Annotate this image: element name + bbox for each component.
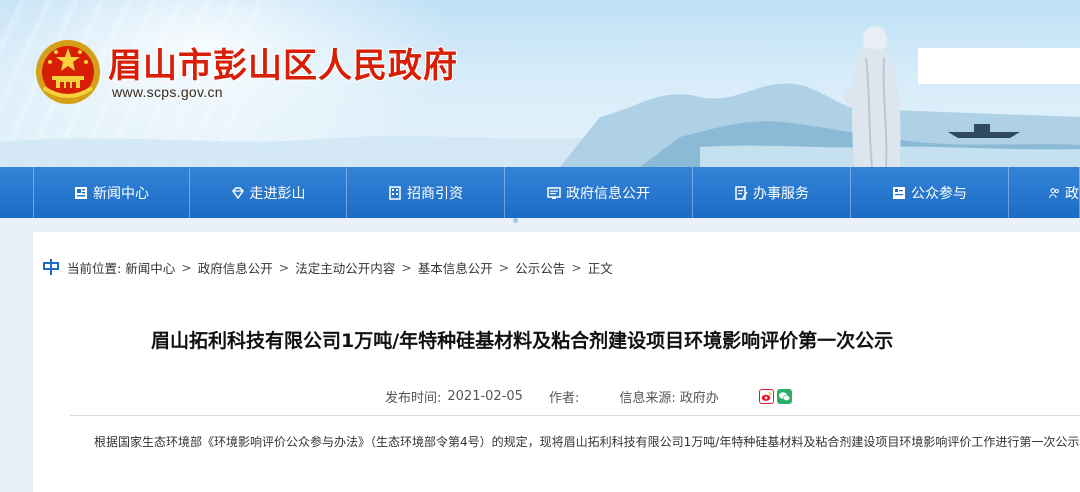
- breadcrumb-separator: >: [181, 259, 192, 275]
- nav-item-label: 公众参与: [911, 185, 967, 202]
- national-emblem-icon: [36, 40, 100, 104]
- breadcrumb-link-statutory[interactable]: 法定主动公开内容: [295, 258, 395, 277]
- diamond-icon: [231, 186, 244, 199]
- nav-item-label: 政府信息公开: [566, 185, 650, 202]
- edit-document-icon: [735, 185, 748, 200]
- breadcrumb-link-notices[interactable]: 公示公告: [515, 258, 565, 277]
- breadcrumb-link-gov-info[interactable]: 政府信息公开: [198, 258, 273, 277]
- building-icon: [389, 185, 401, 200]
- publish-label: 发布时间:: [385, 391, 442, 406]
- newspaper-icon: [75, 186, 87, 199]
- breadcrumb-separator: >: [278, 259, 290, 275]
- site-url[interactable]: www.scps.gov.cn: [112, 84, 223, 100]
- site-title[interactable]: 眉山市彭山区人民政府: [108, 38, 458, 87]
- nav-item-label: 走进彭山: [249, 185, 306, 202]
- breadcrumb-separator: >: [401, 259, 412, 275]
- nav-item-gov-info[interactable]: 政府信息公开: [505, 167, 693, 218]
- nav-item-label: 政: [1065, 185, 1079, 202]
- nav-item-participation[interactable]: 公众参与: [851, 167, 1009, 218]
- nav-item-label: 新闻中心: [93, 185, 149, 202]
- breadcrumb-link-basic-info[interactable]: 基本信息公开: [418, 258, 493, 277]
- article-meta: 发布时间: 2021-02-05 作者: 信息来源: 政府办: [385, 387, 795, 406]
- boat-illustration: [948, 124, 1020, 138]
- statue-illustration: [844, 26, 901, 167]
- weibo-share-icon[interactable]: [758, 389, 774, 404]
- nav-item-label: 办事服务: [753, 185, 809, 202]
- document-list-icon: [547, 186, 561, 199]
- source-value: 政府办: [679, 391, 719, 406]
- breadcrumb: 当前位置: 新闻中心 > 政府信息公开 > 法定主动公开内容 > 基本信息公开 …: [42, 258, 613, 276]
- breadcrumb-separator: >: [498, 259, 510, 275]
- author-label: 作者:: [548, 391, 580, 406]
- people-icon: [1049, 187, 1059, 198]
- breadcrumb-separator: >: [571, 259, 582, 275]
- nav-item-label: 招商引资: [407, 185, 463, 202]
- article-title: 眉山拓利科技有限公司1万吨/年特种硅基材料及粘合剂建设项目环境影响评价第一次公示: [151, 330, 894, 352]
- nav-item-about[interactable]: 走进彭山: [190, 167, 347, 218]
- article-container: 当前位置: 新闻中心 > 政府信息公开 > 法定主动公开内容 > 基本信息公开 …: [33, 232, 1080, 492]
- meta-divider: [70, 415, 1080, 416]
- nav-indicator-dot: [513, 218, 518, 223]
- nav-item-news[interactable]: 新闻中心: [33, 167, 190, 218]
- main-nav: 新闻中心 走进彭山 招商引资 政府信息公开 办事服务 公众参与 政: [0, 167, 1080, 218]
- breadcrumb-link-news[interactable]: 新闻中心: [125, 258, 175, 277]
- nav-item-more[interactable]: 政: [1009, 167, 1080, 218]
- wechat-share-icon[interactable]: [776, 389, 792, 404]
- site-header: 眉山市彭山区人民政府 www.scps.gov.cn: [0, 0, 1080, 167]
- share-buttons: [758, 389, 795, 404]
- source-label: 信息来源:: [619, 391, 676, 406]
- nav-item-services[interactable]: 办事服务: [693, 167, 851, 218]
- nav-item-investment[interactable]: 招商引资: [347, 167, 505, 218]
- breadcrumb-lead: 当前位置:: [67, 260, 122, 276]
- location-pin-icon: [43, 259, 59, 275]
- publish-date: 2021-02-05: [447, 389, 523, 404]
- header-blank-panel: [918, 48, 1080, 84]
- article-body: 根据国家生态环境部《环境影响评价公众参与办法》（生态环境部令第4号）的规定，现将…: [94, 435, 1080, 449]
- chat-board-icon: [893, 186, 905, 199]
- breadcrumb-current: 正文: [587, 260, 613, 276]
